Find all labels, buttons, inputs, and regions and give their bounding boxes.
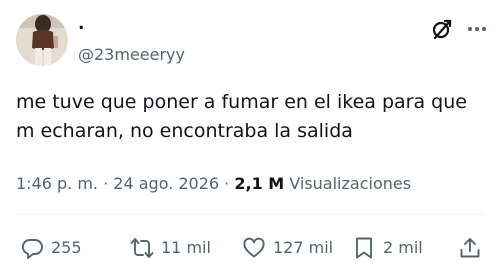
grok-icon: [432, 19, 452, 40]
reply-button[interactable]: 255: [20, 236, 82, 260]
like-count: 127 mil: [273, 238, 334, 257]
tweet-meta: 1:46 p. m. · 24 ago. 2026 · 2,1 M Visual…: [16, 173, 411, 195]
grok-button[interactable]: [431, 18, 453, 40]
tweet-time[interactable]: 1:46 p. m.: [16, 174, 98, 193]
heart-icon: [243, 237, 265, 258]
tweet-text: me tuve que poner a fumar en el ikea par…: [16, 88, 486, 146]
more-icon: [468, 27, 486, 31]
divider: [16, 214, 484, 215]
avatar[interactable]: [16, 14, 68, 66]
bookmark-button[interactable]: 2 mil: [352, 236, 423, 260]
avatar-image: [16, 14, 68, 66]
reply-count: 255: [51, 238, 82, 257]
display-name[interactable]: .: [78, 14, 84, 34]
like-button[interactable]: 127 mil: [242, 236, 333, 260]
repost-button[interactable]: 11 mil: [130, 236, 211, 260]
more-button[interactable]: [466, 18, 488, 40]
bookmark-count: 2 mil: [383, 238, 423, 257]
meta-separator: ·: [98, 174, 114, 193]
views-label: Visualizaciones: [284, 174, 412, 193]
repost-count: 11 mil: [161, 238, 211, 257]
tweet-text-line: me tuve que poner a fumar en el ikea par…: [16, 91, 467, 113]
tweet-card: . @23meeeryy me tuve que poner a fumar e…: [0, 0, 500, 275]
bookmark-icon: [356, 237, 372, 259]
share-icon: [460, 238, 480, 258]
repost-icon: [130, 238, 154, 258]
share-button[interactable]: [458, 236, 482, 260]
tweet-date[interactable]: 24 ago. 2026: [113, 174, 219, 193]
tweet-text-line: m echaran, no encontraba la salida: [16, 120, 353, 142]
views-count: 2,1 M: [234, 174, 285, 193]
meta-separator: ·: [219, 174, 235, 193]
reply-icon: [21, 239, 43, 259]
user-handle[interactable]: @23meeeryy: [78, 45, 185, 65]
